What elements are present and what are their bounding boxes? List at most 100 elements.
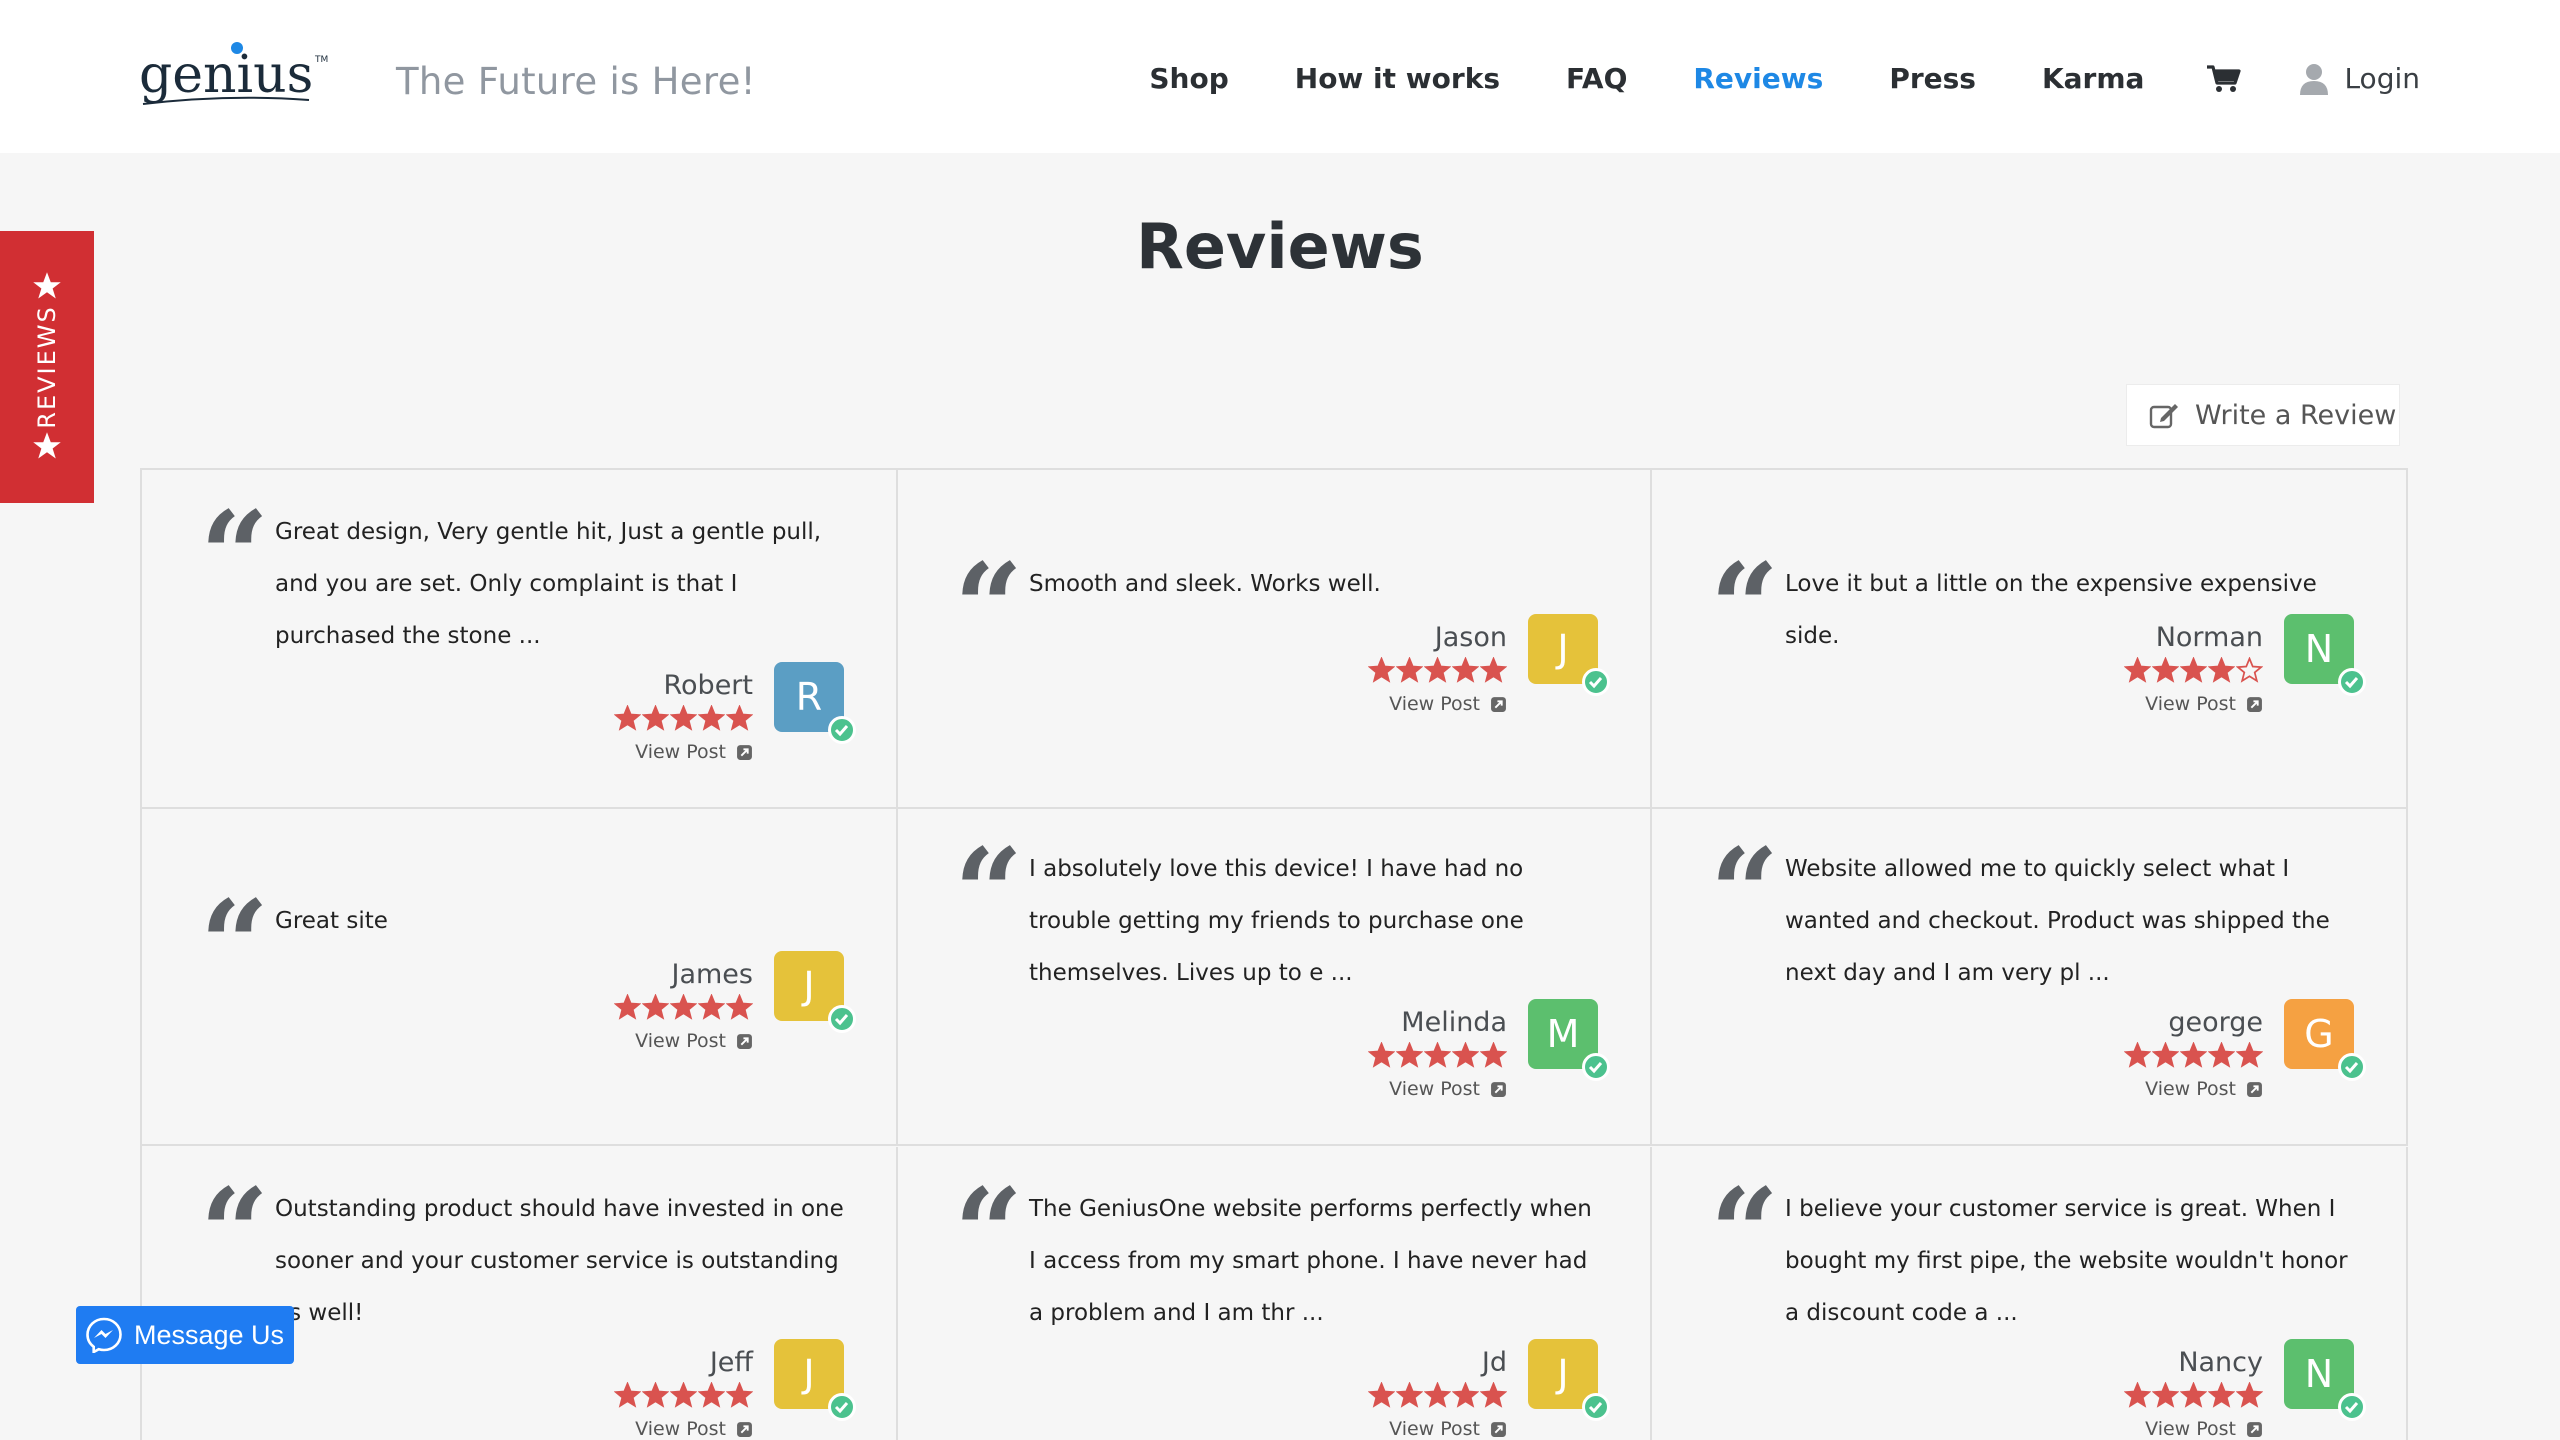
star-filled-icon [1368,1382,1395,1408]
star-filled-icon [642,705,669,731]
view-post-link[interactable]: View Post [613,1418,753,1440]
review-card: “The GeniusOne website performs perfectl… [896,1147,1652,1440]
message-us-button[interactable]: Message Us [76,1306,294,1364]
review-card: “I believe your customer service is grea… [1652,1147,2408,1440]
external-link-icon [2247,1081,2262,1097]
author-name: Jd [1481,1347,1507,1378]
nav-how-it-works[interactable]: How it works [1295,62,1500,95]
star-rating [2123,1382,2263,1408]
star-filled-icon [2152,1042,2179,1068]
star-filled-icon [2208,657,2235,683]
star-filled-icon [1480,657,1507,683]
avatar-initial: J [1557,627,1569,671]
star-filled-icon [670,994,697,1020]
review-author-block: Jason View Post [1367,622,1507,715]
site-header: genius TM The Future is Here! Shop How i… [0,0,2560,153]
review-card: “Smooth and sleek. Works well. Jason View … [896,470,1652,809]
verified-check-icon [2338,668,2366,696]
review-card: “I absolutely love this device! I have h… [896,807,1652,1146]
login-link[interactable]: Login [2300,62,2420,95]
author-name: Jeff [709,1347,753,1378]
view-post-link[interactable]: View Post [1367,1418,1507,1440]
review-text: Great design, Very gentle hit, Just a ge… [275,519,822,649]
view-post-label: View Post [1389,1078,1480,1100]
messenger-icon [86,1317,122,1353]
star-filled-icon [642,1382,669,1408]
quote-icon: “ [954,1162,1024,1303]
nav-shop[interactable]: Shop [1149,62,1228,95]
star-filled-icon [1396,1382,1423,1408]
author-name: Norman [2155,622,2263,653]
star-filled-icon [2124,1382,2151,1408]
star-rating [613,1382,753,1408]
star-filled-icon [1424,657,1451,683]
review-author-block: Nancy View Post [2123,1347,2263,1440]
verified-check-icon [1582,1393,1610,1421]
quote-icon: “ [200,1162,270,1303]
external-link-icon [737,1421,752,1437]
view-post-link[interactable]: View Post [613,1030,753,1052]
star-filled-icon [1480,1382,1507,1408]
nav-karma[interactable]: Karma [2042,62,2144,95]
star-filled-icon [670,1382,697,1408]
edit-icon [2149,404,2178,429]
review-author-block: Jeff View Post [613,1347,753,1440]
verified-check-icon [2338,1393,2366,1421]
avatar: J [1528,614,1610,696]
write-review-button[interactable]: Write a Review [2126,384,2400,446]
view-post-label: View Post [635,1418,726,1440]
avatar-initial: N [2304,1352,2334,1396]
view-post-link[interactable]: View Post [1367,1078,1507,1100]
avatar-initial: J [1557,1352,1569,1396]
avatar: J [774,951,856,1033]
view-post-link[interactable]: View Post [1367,693,1507,715]
review-text: Website allowed me to quickly select wha… [1785,856,2330,986]
star-rating [613,705,753,731]
author-name: Nancy [2178,1347,2263,1378]
avatar: N [2284,1339,2366,1421]
star-filled-icon [2152,1382,2179,1408]
external-link-icon [2247,1421,2262,1437]
genius-logo[interactable]: genius TM [139,40,329,116]
star-filled-icon [1480,1042,1507,1068]
nav-reviews[interactable]: Reviews [1693,62,1823,95]
nav-press[interactable]: Press [1889,62,1976,95]
review-author-block: Robert View Post [613,670,753,763]
star-filled-icon [1396,1042,1423,1068]
star-filled-icon [1452,1382,1479,1408]
author-name: Melinda [1401,1007,1507,1038]
nav-faq[interactable]: FAQ [1566,62,1627,95]
star-filled-icon [2124,1042,2151,1068]
cart-icon[interactable] [2206,64,2242,94]
external-link-icon [1491,1081,1506,1097]
star-filled-icon [2236,1042,2263,1068]
star-filled-icon [2180,657,2207,683]
view-post-link[interactable]: View Post [2123,693,2263,715]
view-post-link[interactable]: View Post [2123,1078,2263,1100]
star-rating [1367,1382,1507,1408]
star-filled-icon [1368,1042,1395,1068]
view-post-link[interactable]: View Post [613,741,753,763]
page-title: Reviews [1136,210,1424,283]
write-review-label: Write a Review [2195,399,2397,431]
review-author-block: Jd View Post [1367,1347,1507,1440]
login-label: Login [2344,62,2420,95]
star-filled-icon [614,994,641,1020]
review-text: Smooth and sleek. Works well. [1029,571,1381,597]
view-post-link[interactable]: View Post [2123,1418,2263,1440]
review-text: The GeniusOne website performs perfectly… [1029,1196,1592,1326]
svg-text:TM: TM [314,55,328,65]
main-nav: Shop How it works FAQ Reviews Press Karm… [1083,62,2420,95]
review-author-block: Norman View Post [2123,622,2263,715]
star-filled-icon [670,705,697,731]
review-author-block: george View Post [2123,1007,2263,1100]
review-text: I absolutely love this device! I have ha… [1029,856,1524,986]
star-filled-icon [2208,1042,2235,1068]
user-icon [2300,63,2329,95]
view-post-label: View Post [1389,693,1480,715]
review-text: Love it but a little on the expensive ex… [1785,571,2317,649]
star-rating [2123,657,2263,683]
review-author-block: James View Post [613,959,753,1052]
star-filled-icon [1424,1042,1451,1068]
review-card: “Website allowed me to quickly select wh… [1652,807,2408,1146]
